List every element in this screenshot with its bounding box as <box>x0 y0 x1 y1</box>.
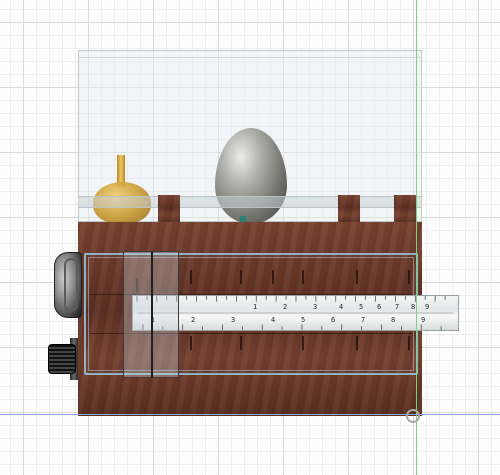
wood-post[interactable] <box>338 195 360 223</box>
scale-tick <box>240 336 242 350</box>
rule-label: 2 <box>283 303 288 311</box>
rule-label: 3 <box>231 316 236 324</box>
rule-label: 9 <box>421 316 426 324</box>
rule-label: 1 <box>253 303 258 311</box>
y-axis-line <box>416 0 417 475</box>
rule-label: 5 <box>359 303 364 311</box>
scale-tick <box>272 270 274 284</box>
rule-label: 6 <box>331 316 336 324</box>
glass-lid-edge <box>78 50 422 58</box>
rule-label: 2 <box>191 316 196 324</box>
scale-tick <box>302 336 304 350</box>
rule-label: 9 <box>425 303 430 311</box>
cursor-hairline <box>151 251 153 378</box>
scale-tick <box>356 270 358 284</box>
rule-label: 4 <box>271 316 276 324</box>
slide-rule-bar[interactable]: 1 2 3 4 5 6 7 8 9 1 2 3 4 5 6 7 8 9 <box>132 295 459 331</box>
rule-label: 4 <box>339 303 344 311</box>
scale-tick <box>408 336 410 350</box>
wood-post[interactable] <box>158 195 180 223</box>
x-axis-line <box>0 414 500 415</box>
scale-tick <box>356 336 358 350</box>
large-knob-rim <box>64 258 78 312</box>
canvas-viewport[interactable]: 1 2 3 4 5 6 7 8 9 1 2 3 4 5 6 7 8 9 <box>0 0 500 475</box>
scale-tick <box>302 270 304 284</box>
scale-tick <box>408 270 410 284</box>
scale-tick <box>240 270 242 284</box>
origin-marker-icon[interactable] <box>406 409 420 423</box>
rule-label: 8 <box>391 316 396 324</box>
rule-label: 6 <box>377 303 382 311</box>
scale-tick <box>190 336 192 350</box>
rule-label: 8 <box>411 303 416 311</box>
wood-post[interactable] <box>394 195 416 223</box>
rule-label: 7 <box>361 316 366 324</box>
rule-label: 7 <box>395 303 400 311</box>
small-knurled-knob[interactable] <box>48 344 76 374</box>
glass-rail <box>78 196 422 208</box>
scale-tick <box>190 270 192 284</box>
rule-label: 3 <box>313 303 318 311</box>
rule-label: 5 <box>301 316 306 324</box>
rule-scale-marks <box>136 296 454 330</box>
